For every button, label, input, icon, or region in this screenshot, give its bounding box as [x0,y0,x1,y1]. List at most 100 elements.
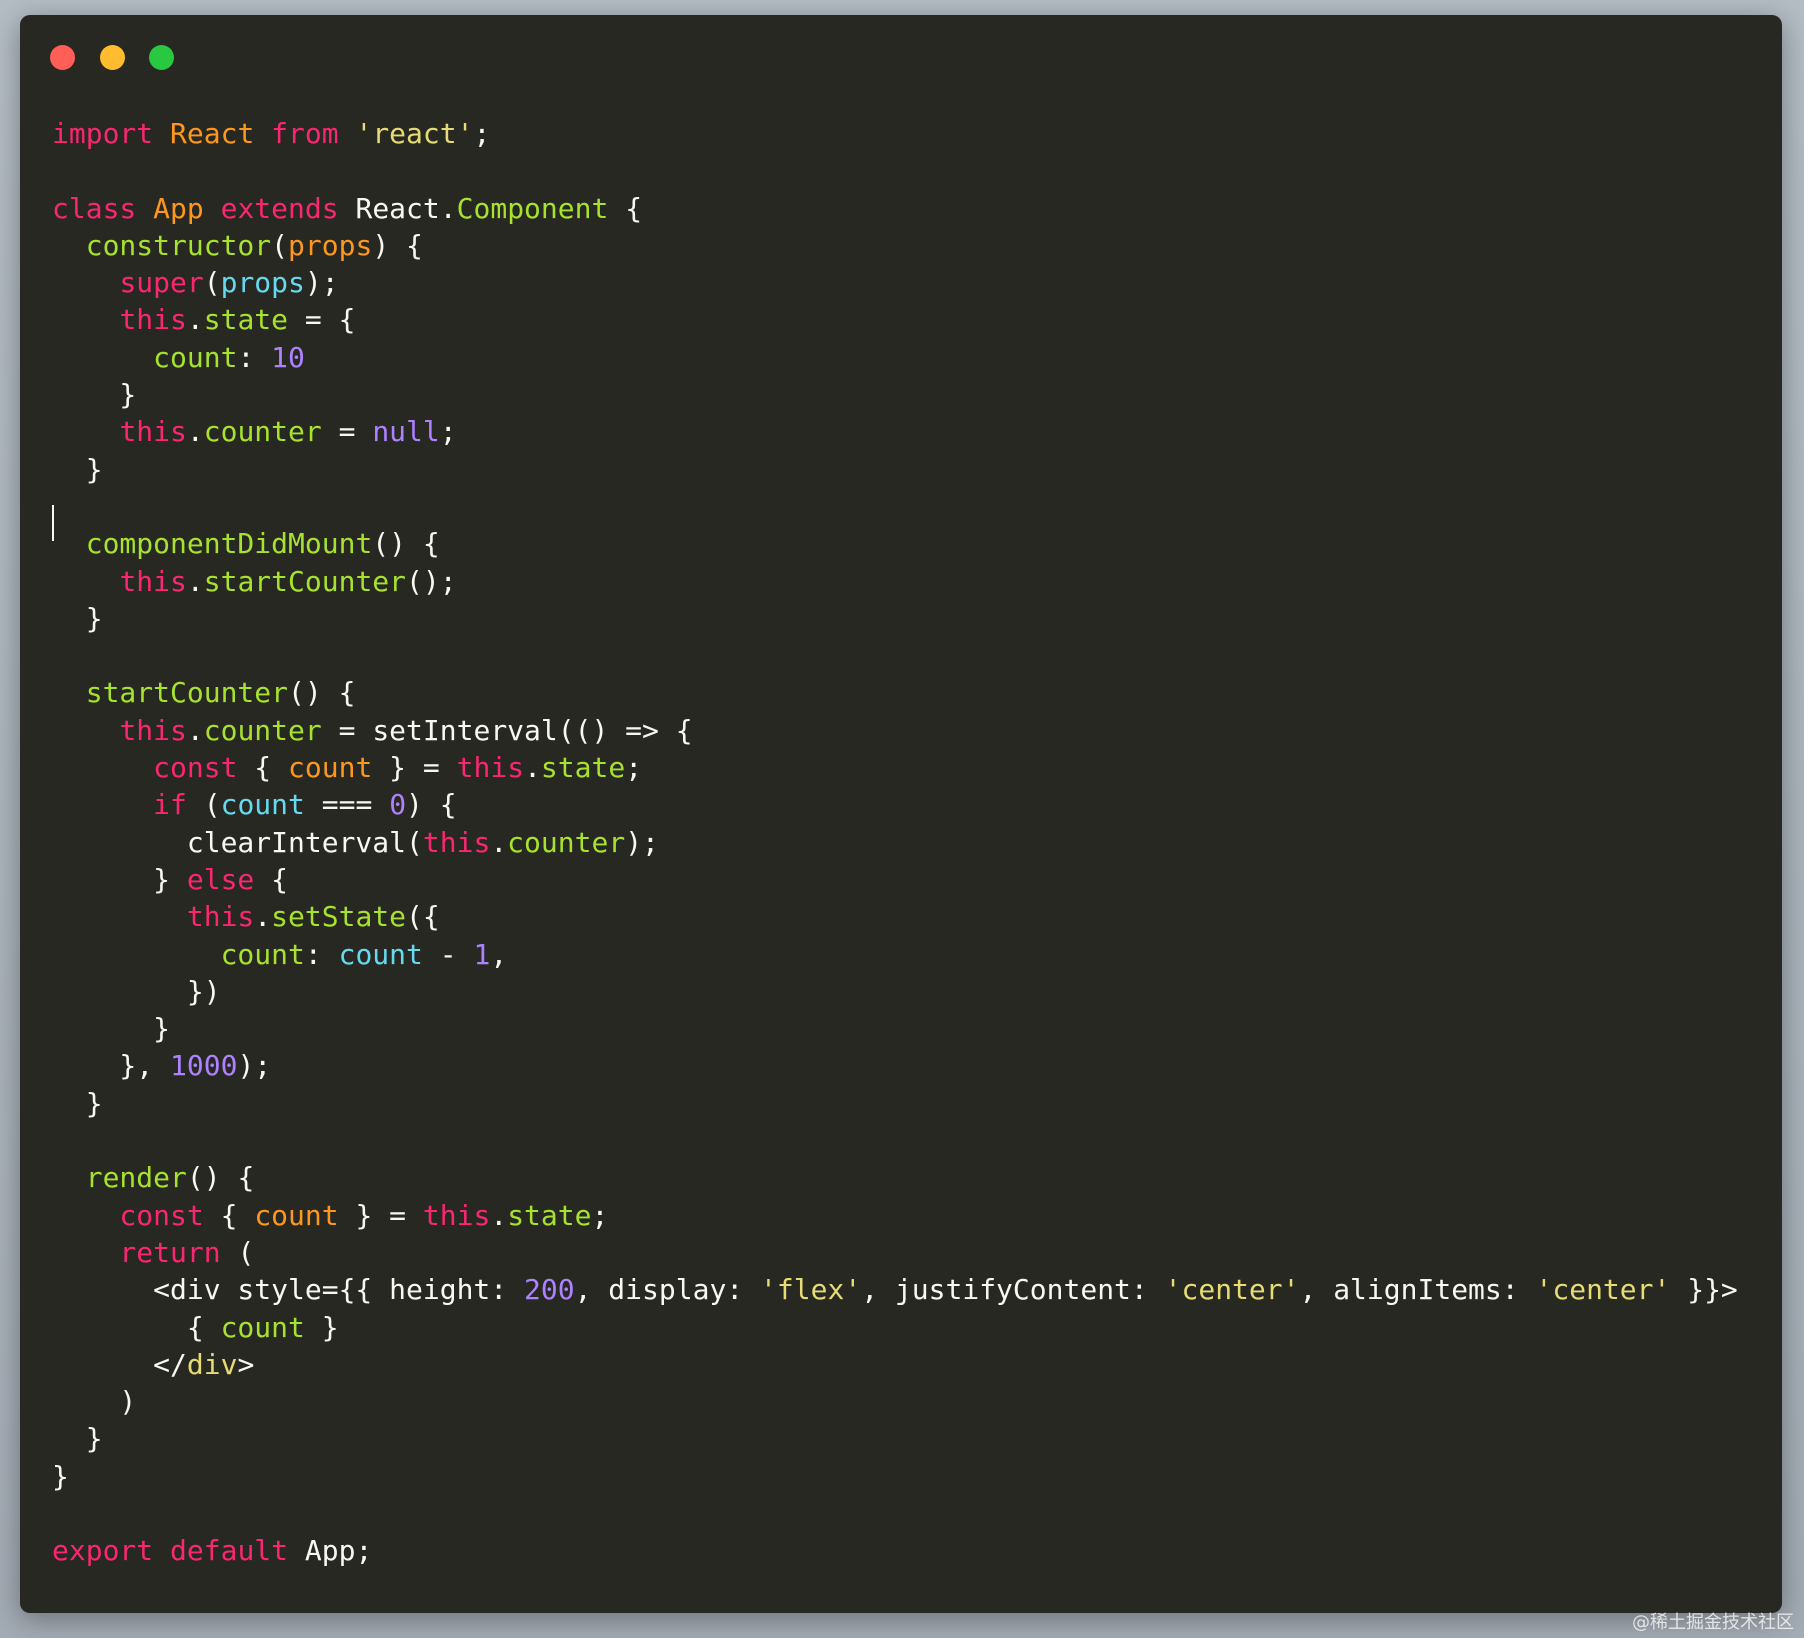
code-token: <div style={{ height: [52,1273,525,1307]
code-token: this [119,564,187,598]
minimize-button[interactable] [99,45,125,70]
code-token: clearInterval( [52,825,423,859]
code-token: } [52,1086,103,1120]
code-window: import React from 'react'; class App ext… [20,15,1782,1613]
code-line: this.counter = null; [52,413,1772,450]
code-token: ) [52,1385,137,1419]
code-line: count: count - 1, [52,936,1772,973]
code-token: : [304,937,339,971]
code-token: () { [186,1161,255,1195]
code-token: }, [52,1049,171,1083]
code-token: import [52,117,154,150]
code-token: { [608,191,643,225]
code-token: if [153,788,187,822]
code-token: React. [338,191,457,225]
code-token: 'center' [1535,1273,1671,1307]
code-token: ); [237,1049,272,1083]
code-token: render [85,1161,187,1195]
code-token: 'center' [1164,1273,1300,1307]
code-token: startCounter [203,564,407,598]
code-token: , [490,937,508,971]
code-token: state [540,751,626,785]
code-token: counter [203,415,322,449]
code-token: App [153,191,204,225]
code-token: . [186,303,204,337]
code-token: . [186,415,204,449]
code-token: App; [288,1534,373,1568]
code-token: ) { [406,788,457,822]
code-token: { [254,862,289,896]
code-line: } [52,376,1772,413]
code-token: } = [372,751,457,785]
code-line: count: 10 [52,339,1772,376]
code-line: render() { [52,1159,1772,1196]
code-token: } [304,1310,339,1344]
code-token: default [170,1534,289,1568]
code-token: 200 [524,1273,575,1307]
code-line: </div> [52,1346,1772,1383]
code-token: 10 [271,340,305,374]
code-token: () { [288,676,356,710]
code-token: this [119,415,187,449]
code-line: } [52,600,1772,637]
code-token: this [456,751,525,785]
code-line: super(props); [52,264,1772,301]
code-token: return [119,1235,221,1269]
code-token: ) { [372,228,423,262]
code-line: componentDidMount() { [52,525,1772,562]
code-token: . [524,751,541,785]
code-token: } = [338,1198,423,1232]
code-token: () { [372,527,440,561]
code-token: props [288,228,373,262]
code-token: count [288,751,373,785]
code-token: count [338,937,423,971]
code-line: { count } [52,1309,1772,1346]
code-token: export [52,1534,154,1568]
code-token: class [52,191,137,225]
code-token: constructor [85,228,272,262]
code-line: this.counter = setInterval(() => { [52,712,1772,749]
code-token: counter [507,825,626,859]
code-token: startCounter [85,676,289,710]
code-token: (); [406,564,457,598]
window-controls [50,45,189,71]
code-token: } [52,862,187,896]
code-token: 0 [389,788,407,822]
code-token: { [52,1310,221,1344]
code-editor[interactable]: import React from 'react'; class App ext… [52,115,1772,1570]
code-token: 1 [473,937,491,971]
code-token: . [254,900,272,934]
code-token: === [304,788,390,822]
code-line: const { count } = this.state; [52,1197,1772,1234]
code-token: this [422,1198,491,1232]
code-token: state [203,303,289,337]
code-token: } [52,1422,103,1456]
maximize-button[interactable] [149,45,175,70]
code-token: } [52,452,103,486]
code-token: ( [186,788,221,822]
code-token: ; [591,1198,609,1232]
code-token: 'react' [355,117,474,150]
code-line: } [52,1458,1772,1495]
code-token: , alignItems: [1299,1273,1536,1307]
code-token: const [153,751,238,785]
code-token: - [422,937,474,971]
close-button[interactable] [50,45,75,70]
code-token: }) [52,974,221,1008]
code-line: const { count } = this.state; [52,749,1772,786]
